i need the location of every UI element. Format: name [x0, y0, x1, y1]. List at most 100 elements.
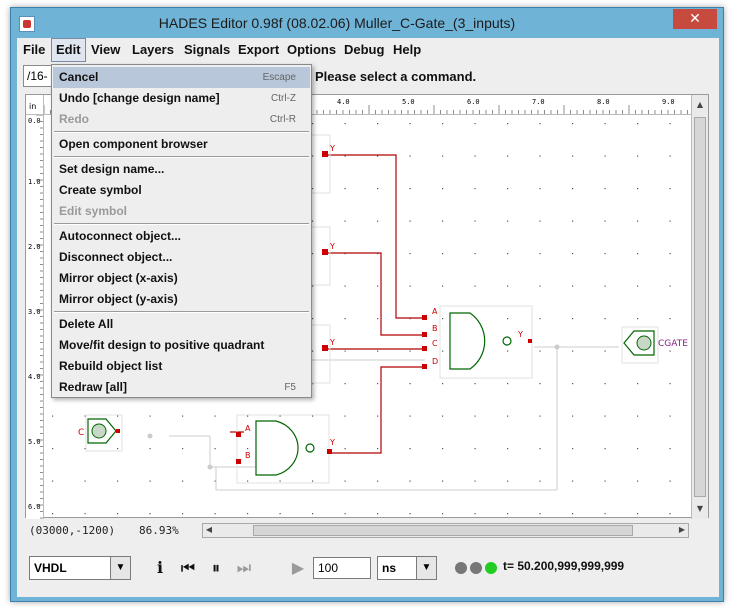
scroll-up-icon[interactable]: ▲: [692, 97, 708, 113]
output-port: CGATE: [623, 330, 688, 356]
menu-item-autoconnect[interactable]: Autoconnect object...: [53, 226, 310, 247]
menu-item-disconnect[interactable]: Disconnect object...: [53, 247, 310, 268]
grid-dot: [637, 253, 639, 255]
rewind-icon[interactable]: ⏮: [177, 558, 199, 578]
grid-dot: [312, 318, 314, 320]
menu-item-rebuild-object-list[interactable]: Rebuild object list: [53, 356, 310, 377]
input-label: C: [78, 428, 84, 438]
fast-forward-icon[interactable]: ⏭: [233, 558, 255, 578]
input-port: C: [78, 418, 120, 444]
pin-label-y: Y: [517, 330, 523, 339]
grid-dot: [344, 513, 346, 515]
grid-dot: [377, 318, 379, 320]
grid-dot: [572, 220, 574, 222]
grid-dot: [507, 220, 509, 222]
grid-dot: [539, 513, 541, 515]
vertical-scroll-thumb[interactable]: [694, 117, 706, 497]
menu-item-create-symbol[interactable]: Create symbol: [53, 180, 310, 201]
menu-file[interactable]: File: [19, 38, 49, 62]
grid-dot: [409, 155, 411, 157]
status-led-icon: [455, 562, 467, 574]
menu-view[interactable]: View: [87, 38, 124, 62]
horizontal-scrollbar[interactable]: ◀ ▶: [202, 523, 689, 538]
chevron-down-icon[interactable]: ▼: [110, 557, 130, 579]
grid-dot: [214, 448, 216, 450]
run-time-input[interactable]: 100: [313, 557, 371, 579]
menu-item-mirror-y[interactable]: Mirror object (y-axis): [53, 289, 310, 310]
menu-item-edit-symbol[interactable]: Edit symbol: [53, 201, 310, 222]
menu-item-move-fit[interactable]: Move/fit design to positive quadrant: [53, 335, 310, 356]
info-icon[interactable]: i: [149, 558, 171, 578]
pause-icon[interactable]: ⏸: [205, 558, 227, 578]
grid-dot: [474, 383, 476, 385]
grid-dot: [377, 188, 379, 190]
grid-dot: [377, 513, 379, 515]
chevron-down-icon[interactable]: ▼: [416, 557, 436, 579]
menu-item-cancel[interactable]: Cancel Escape: [53, 67, 310, 88]
menu-bar: File Edit View Layers Signals Export Opt…: [17, 38, 719, 62]
grid-dot: [474, 480, 476, 482]
pin-label-y: Y: [329, 242, 335, 251]
grid-dot: [442, 383, 444, 385]
grid-dot: [604, 383, 606, 385]
menu-item-redo[interactable]: Redo Ctrl-R: [53, 109, 310, 130]
grid-dot: [572, 350, 574, 352]
menu-item-redraw-all[interactable]: Redraw [all] F5: [53, 377, 310, 398]
menu-item-delete-all[interactable]: Delete All: [53, 314, 310, 335]
scroll-right-icon[interactable]: ▶: [676, 523, 688, 536]
menu-export[interactable]: Export: [234, 38, 283, 62]
grid-dot: [442, 155, 444, 157]
grid-dot: [312, 513, 314, 515]
grid-dot: [637, 480, 639, 482]
time-unit-select[interactable]: ns ▼: [377, 556, 437, 580]
grid-dot: [409, 480, 411, 482]
grid-dot: [637, 513, 639, 515]
menu-item-open-component-browser[interactable]: Open component browser: [53, 134, 310, 155]
menu-item-mirror-x[interactable]: Mirror object (x-axis): [53, 268, 310, 289]
grid-dot: [604, 448, 606, 450]
horizontal-scroll-thumb[interactable]: [253, 525, 633, 536]
h-tick-label: 7.0: [532, 98, 545, 106]
grid-dot: [214, 513, 216, 515]
menu-edit[interactable]: Edit: [51, 38, 86, 62]
grid-dot: [117, 513, 119, 515]
vertical-scrollbar[interactable]: ▲ ▼: [691, 95, 708, 519]
close-button[interactable]: ✕: [673, 9, 717, 29]
v-tick-label: 4.0: [28, 373, 41, 381]
scroll-left-icon[interactable]: ◀: [203, 523, 215, 536]
status-message: Please select a command.: [315, 69, 477, 84]
language-select[interactable]: VHDL ▼: [29, 556, 131, 580]
scroll-down-icon[interactable]: ▼: [692, 501, 708, 517]
grid-dot: [507, 415, 509, 417]
grid-dot: [279, 480, 281, 482]
pin-label-y: Y: [329, 438, 335, 447]
pin-label-y: Y: [329, 338, 335, 347]
grid-dot: [442, 415, 444, 417]
menu-item-undo[interactable]: Undo [change design name] Ctrl-Z: [53, 88, 310, 109]
grid-dot: [149, 513, 151, 515]
menu-signals[interactable]: Signals: [180, 38, 234, 62]
grid-dot: [52, 415, 54, 417]
menu-options[interactable]: Options: [283, 38, 340, 62]
grid-dot: [637, 285, 639, 287]
grid-dot: [507, 513, 509, 515]
menu-item-set-design-name[interactable]: Set design name...: [53, 159, 310, 180]
grid-dot: [474, 188, 476, 190]
grid-dot: [637, 155, 639, 157]
grid-dot: [669, 188, 671, 190]
grid-dot: [117, 448, 119, 450]
pin-label-b: B: [245, 451, 251, 460]
menu-separator: [54, 223, 309, 225]
menu-layers[interactable]: Layers: [128, 38, 178, 62]
play-icon[interactable]: ▶: [287, 558, 309, 578]
grid-dot: [604, 188, 606, 190]
grid-dot: [52, 448, 54, 450]
grid-dot: [409, 415, 411, 417]
grid-dot: [604, 318, 606, 320]
grid-dot: [507, 480, 509, 482]
simulator-bar: VHDL ▼ i ⏮ ⏸ ⏭ ▶ 100 ns ▼ t= 50.200,999,…: [17, 550, 719, 584]
grid-dot: [182, 480, 184, 482]
menu-debug[interactable]: Debug: [340, 38, 388, 62]
menu-help[interactable]: Help: [389, 38, 425, 62]
grid-dot: [474, 448, 476, 450]
